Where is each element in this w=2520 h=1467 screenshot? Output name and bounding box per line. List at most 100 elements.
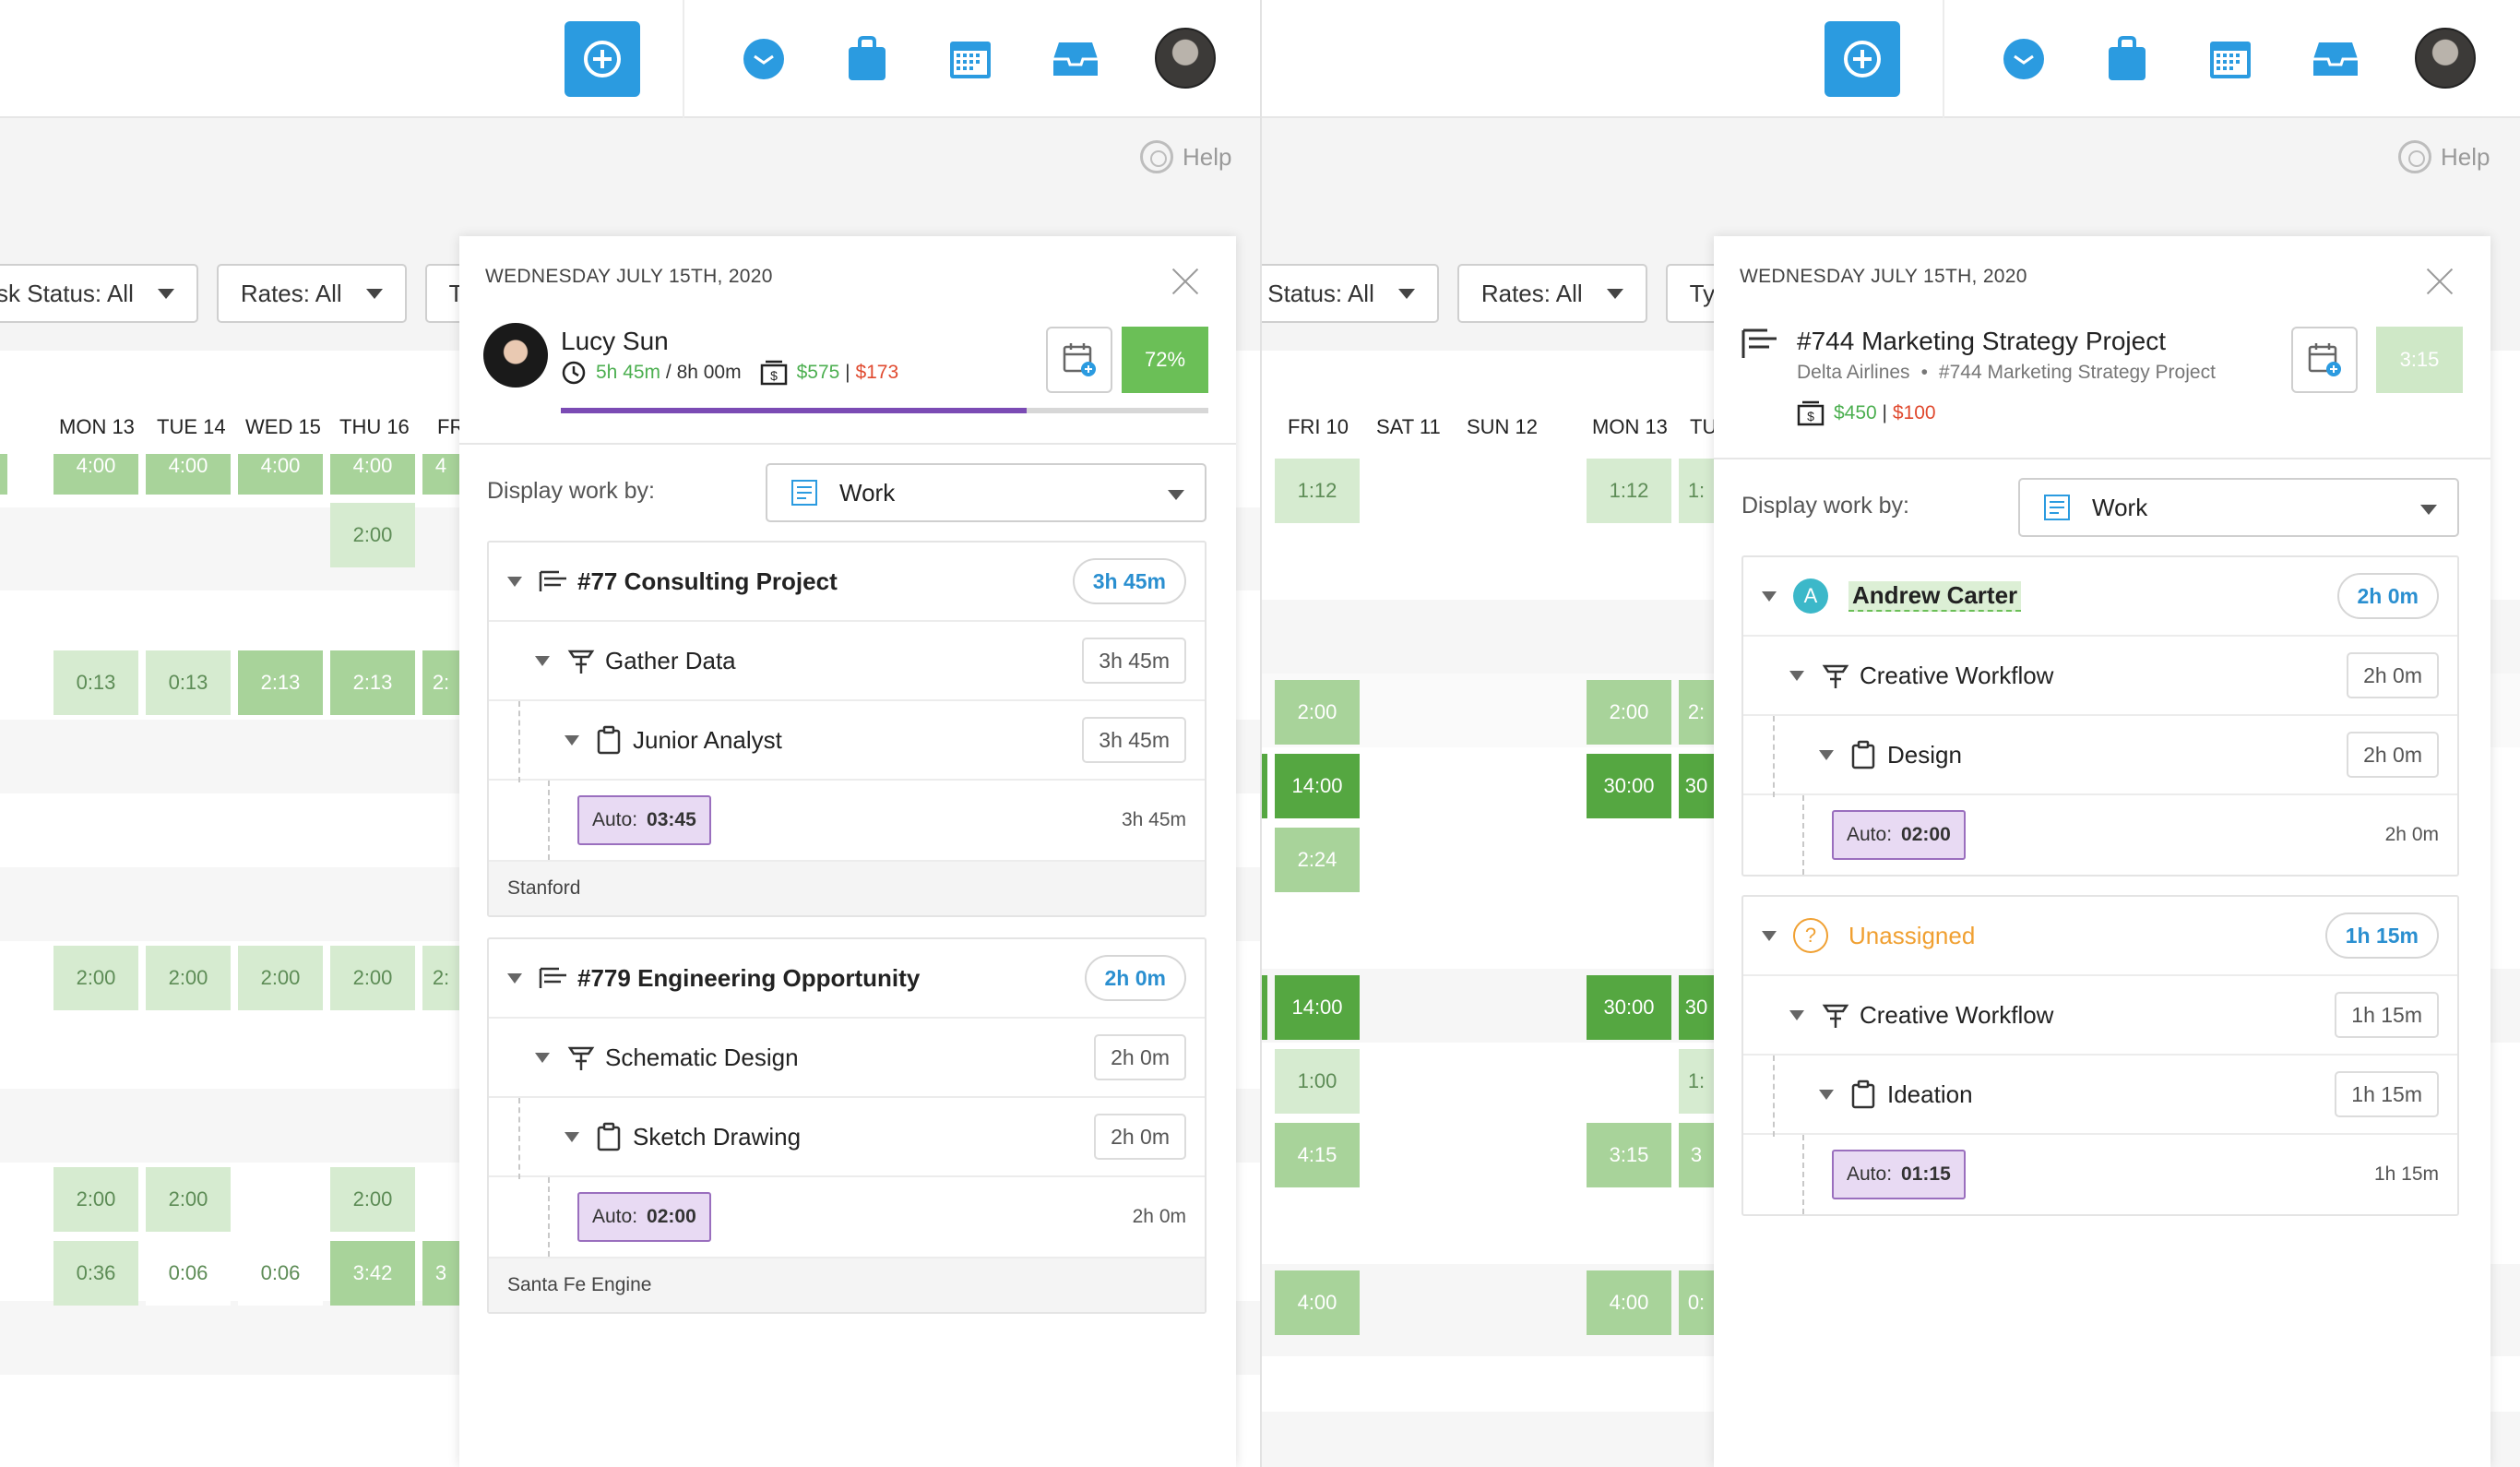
time-cell[interactable]: 1:00 bbox=[1275, 1049, 1360, 1114]
work-list-icon bbox=[791, 480, 817, 506]
time-cell[interactable]: 2:00 bbox=[146, 1167, 231, 1232]
auto-tag[interactable]: Auto: 03:45 bbox=[577, 795, 711, 845]
time-cell[interactable]: 0:06 bbox=[238, 1241, 323, 1306]
project-row[interactable]: #779 Engineering Opportunity 2h 0m bbox=[489, 939, 1205, 1019]
task-row[interactable]: Creative Workflow 1h 15m bbox=[1743, 976, 2457, 1056]
task-row[interactable]: Creative Workflow 2h 0m bbox=[1743, 637, 2457, 716]
project-row[interactable]: #77 Consulting Project 3h 45m bbox=[489, 543, 1205, 622]
time-cell[interactable]: 30 bbox=[1679, 754, 1714, 818]
role-row[interactable]: Ideation 1h 15m bbox=[1743, 1056, 2457, 1135]
day-header: THU 16 bbox=[339, 415, 410, 438]
schedule-button[interactable] bbox=[2291, 327, 2358, 393]
task-row[interactable]: Gather Data 3h 45m bbox=[489, 622, 1205, 701]
auto-tag[interactable]: Auto: 02:00 bbox=[577, 1192, 711, 1242]
bag-icon[interactable] bbox=[841, 33, 893, 85]
help-link[interactable]: Help bbox=[1140, 140, 1231, 173]
time-cell[interactable]: 4 bbox=[422, 454, 459, 495]
rates-filter[interactable]: Rates: All bbox=[216, 264, 407, 323]
avatar[interactable] bbox=[2415, 28, 2476, 89]
close-icon[interactable] bbox=[2426, 268, 2454, 295]
time-cell[interactable]: 0:06 bbox=[146, 1241, 231, 1306]
schedule-button[interactable] bbox=[1046, 327, 1112, 393]
auto-entry-row[interactable]: Auto: 01:15 1h 15m bbox=[1743, 1135, 2457, 1214]
calendar-icon[interactable] bbox=[945, 33, 996, 85]
time-cell[interactable]: 0:13 bbox=[146, 650, 231, 715]
inbox-icon[interactable] bbox=[1998, 33, 2050, 85]
person-row[interactable]: ? Unassigned 1h 15m bbox=[1743, 897, 2457, 976]
auto-entry-row[interactable]: Auto: 02:00 2h 0m bbox=[1743, 795, 2457, 875]
auto-entry-row[interactable]: Auto: 02:00 2h 0m bbox=[489, 1177, 1205, 1257]
project-name: #779 Engineering Opportunity bbox=[577, 963, 921, 992]
role-row[interactable]: Sketch Drawing 2h 0m bbox=[489, 1098, 1205, 1177]
day-header: SAT 11 bbox=[1376, 415, 1441, 438]
time-cell[interactable]: 2:00 bbox=[53, 946, 138, 1010]
chevron-down-icon bbox=[1819, 749, 1834, 760]
person-row[interactable]: A Andrew Carter 2h 0m bbox=[1743, 557, 2457, 637]
calendar-icon[interactable] bbox=[2205, 33, 2256, 85]
time-cell[interactable]: 14:00 bbox=[1275, 975, 1360, 1040]
bag-icon[interactable] bbox=[2101, 33, 2153, 85]
time-cell[interactable]: 2:13 bbox=[238, 650, 323, 715]
time-cell[interactable]: 2:00 bbox=[146, 946, 231, 1010]
time-cell[interactable]: 2:00 bbox=[53, 1167, 138, 1232]
task-status-filter[interactable]: sk Status: All bbox=[0, 264, 198, 323]
time-cell[interactable]: 14:00 bbox=[1275, 754, 1360, 818]
time-cell[interactable]: 30 bbox=[1679, 975, 1714, 1040]
task-status-filter[interactable]: k Status: All bbox=[1262, 264, 1439, 323]
time-cell[interactable]: 4:00 bbox=[238, 454, 323, 495]
time-cell[interactable]: 4:00 bbox=[146, 454, 231, 495]
filter-bar: k Status: All Rates: All Type: bbox=[1262, 264, 1773, 323]
time-cell[interactable]: 4:00 bbox=[53, 454, 138, 495]
time-cell[interactable]: 3 bbox=[1679, 1123, 1714, 1187]
chevron-down-icon bbox=[535, 655, 550, 666]
day-header: MON 13 bbox=[59, 415, 135, 438]
time-cell[interactable]: 2:24 bbox=[1275, 828, 1360, 892]
time-cell[interactable]: 4:15 bbox=[1275, 1123, 1360, 1187]
time-cell[interactable]: 3 bbox=[422, 1241, 459, 1306]
time-cell[interactable]: 0:13 bbox=[53, 650, 138, 715]
time-cell[interactable]: 2: bbox=[422, 650, 459, 715]
rates-label: Rates: All bbox=[1480, 279, 1583, 307]
auto-tag[interactable]: Auto: 01:15 bbox=[1832, 1150, 1966, 1199]
time-cell[interactable]: 4:00 bbox=[1587, 1270, 1671, 1335]
tray-icon[interactable] bbox=[2310, 33, 2361, 85]
close-icon[interactable] bbox=[1171, 268, 1199, 295]
time-cell[interactable]: 1:12 bbox=[1275, 459, 1360, 523]
time-cell[interactable]: 0:36 bbox=[53, 1241, 138, 1306]
time-cell[interactable]: 2:13 bbox=[330, 650, 415, 715]
auto-tag[interactable]: Auto: 02:00 bbox=[1832, 810, 1966, 860]
task-row[interactable]: Schematic Design 2h 0m bbox=[489, 1019, 1205, 1098]
help-link[interactable]: Help bbox=[2398, 140, 2490, 173]
time-cell[interactable]: 4:00 bbox=[330, 454, 415, 495]
inbox-icon[interactable] bbox=[738, 33, 790, 85]
avatar[interactable] bbox=[1155, 28, 1216, 89]
client-footer: Stanford bbox=[489, 860, 1205, 915]
add-button[interactable] bbox=[1825, 21, 1900, 97]
time-cell[interactable]: 2:00 bbox=[330, 1167, 415, 1232]
role-row[interactable]: Junior Analyst 3h 45m bbox=[489, 701, 1205, 781]
time-cell[interactable]: 2:00 bbox=[238, 946, 323, 1010]
time-cell[interactable]: 1: bbox=[1679, 459, 1714, 523]
rates-filter[interactable]: Rates: All bbox=[1456, 264, 1647, 323]
time-cell[interactable]: 1:12 bbox=[1587, 459, 1671, 523]
time-cell[interactable]: 2:00 bbox=[330, 503, 415, 567]
time-cell[interactable]: 3:15 bbox=[1587, 1123, 1671, 1187]
role-row[interactable]: Design 2h 0m bbox=[1743, 716, 2457, 795]
display-by-select[interactable]: Work bbox=[766, 463, 1207, 522]
time-cell[interactable]: 0: bbox=[1679, 1270, 1714, 1335]
time-cell[interactable]: 30:00 bbox=[1587, 975, 1671, 1040]
time-cell[interactable]: 2:00 bbox=[1587, 680, 1671, 745]
time-cell[interactable]: 2: bbox=[1679, 680, 1714, 745]
time-cell[interactable]: 4:00 bbox=[1275, 1270, 1360, 1335]
display-by-select[interactable]: Work bbox=[2018, 478, 2459, 537]
time-cell[interactable]: 3:42 bbox=[330, 1241, 415, 1306]
time-cell[interactable]: 2:00 bbox=[330, 946, 415, 1010]
time-cell[interactable]: 30:00 bbox=[1587, 754, 1671, 818]
tray-icon[interactable] bbox=[1050, 33, 1101, 85]
auto-entry-row[interactable]: Auto: 03:45 3h 45m bbox=[489, 781, 1205, 860]
add-button[interactable] bbox=[565, 21, 640, 97]
task-total: 2h 0m bbox=[2347, 652, 2439, 698]
time-cell[interactable]: 1: bbox=[1679, 1049, 1714, 1114]
time-cell[interactable]: 2: bbox=[422, 946, 459, 1010]
time-cell[interactable]: 2:00 bbox=[1275, 680, 1360, 745]
